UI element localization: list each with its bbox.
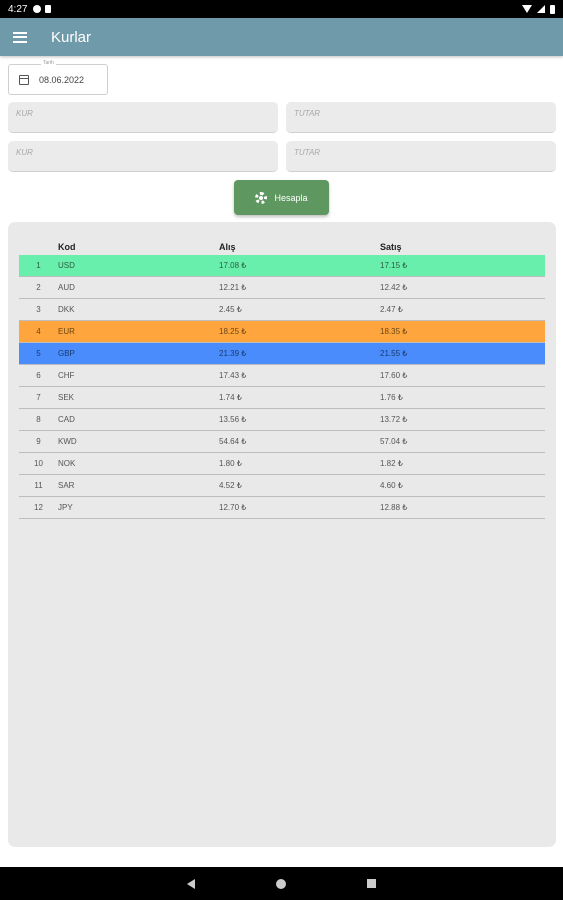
battery-icon bbox=[550, 4, 555, 14]
date-field-label: Tarih bbox=[41, 60, 56, 66]
row-sell: 1.82 ₺ bbox=[380, 459, 403, 468]
table-row[interactable]: 3 DKK 2.45 ₺ 2.47 ₺ bbox=[19, 299, 545, 321]
table-header: Kod Alış Satış bbox=[19, 238, 545, 255]
row-sell: 18.35 ₺ bbox=[380, 327, 408, 336]
row-no: 11 bbox=[34, 481, 43, 490]
table-row[interactable]: 12 JPY 12.70 ₺ 12.88 ₺ bbox=[19, 497, 545, 519]
row-buy: 12.70 ₺ bbox=[219, 503, 247, 512]
table-row[interactable]: 7 SEK 1.74 ₺ 1.76 ₺ bbox=[19, 387, 545, 409]
row-buy: 21.39 ₺ bbox=[219, 349, 247, 358]
row-no: 5 bbox=[36, 349, 41, 358]
rates-table: Kod Alış Satış 1 USD 17.08 ₺ 17.15 ₺ 2 AUD 12.… bbox=[19, 238, 545, 519]
row-code: SEK bbox=[58, 393, 75, 402]
row-code: CHF bbox=[58, 371, 75, 380]
wifi-icon bbox=[522, 5, 532, 13]
row-no: 4 bbox=[36, 327, 41, 336]
gear-icon bbox=[255, 191, 268, 204]
row-no: 12 bbox=[34, 503, 43, 512]
row-code: CAD bbox=[58, 415, 75, 424]
calendar-icon bbox=[19, 74, 29, 85]
row-buy: 17.08 ₺ bbox=[219, 261, 247, 270]
row-buy: 1.74 ₺ bbox=[219, 393, 242, 402]
row-buy: 4.52 ₺ bbox=[219, 481, 242, 490]
row-sell: 4.60 ₺ bbox=[380, 481, 403, 490]
row-sell: 12.42 ₺ bbox=[380, 283, 408, 292]
row-no: 7 bbox=[36, 393, 41, 402]
row-sell: 12.88 ₺ bbox=[380, 503, 408, 512]
row-buy: 18.25 ₺ bbox=[219, 327, 247, 336]
row-code: NOK bbox=[58, 459, 76, 468]
row-code: SAR bbox=[58, 481, 75, 490]
row-sell: 1.76 ₺ bbox=[380, 393, 403, 402]
row-buy: 2.45 ₺ bbox=[219, 305, 242, 314]
table-row[interactable]: 8 CAD 13.56 ₺ 13.72 ₺ bbox=[19, 409, 545, 431]
row-sell: 21.55 ₺ bbox=[380, 349, 408, 358]
row-sell: 2.47 ₺ bbox=[380, 305, 403, 314]
app-notification-icon bbox=[33, 5, 42, 13]
tutar-input-2[interactable]: TUTAR bbox=[286, 141, 556, 172]
kur-input-2[interactable]: KUR bbox=[8, 141, 278, 172]
row-no: 9 bbox=[36, 437, 41, 446]
table-row[interactable]: 6 CHF 17.43 ₺ 17.60 ₺ bbox=[19, 365, 545, 387]
row-buy: 13.56 ₺ bbox=[219, 415, 247, 424]
row-code: GBP bbox=[58, 349, 75, 358]
status-time: 4:27 bbox=[8, 3, 28, 15]
back-triangle-icon[interactable] bbox=[187, 878, 195, 889]
table-row[interactable]: 4 EUR 18.25 ₺ 18.35 ₺ bbox=[19, 321, 545, 343]
menu-icon[interactable] bbox=[13, 31, 27, 43]
row-buy: 17.43 ₺ bbox=[219, 371, 247, 380]
tutar-input-1[interactable]: TUTAR bbox=[286, 102, 556, 133]
kur-input-1[interactable]: KUR bbox=[8, 102, 278, 133]
row-code: EUR bbox=[58, 327, 75, 336]
row-sell: 13.72 ₺ bbox=[380, 415, 408, 424]
recent-square-icon[interactable] bbox=[367, 879, 376, 888]
row-no: 6 bbox=[36, 371, 41, 380]
app-bar: Kurlar bbox=[0, 18, 563, 56]
row-code: AUD bbox=[58, 283, 75, 292]
row-code: USD bbox=[58, 261, 75, 270]
calculate-button[interactable]: Hesapla bbox=[234, 180, 329, 215]
page-title: Kurlar bbox=[51, 28, 92, 46]
status-bar: 4:27 bbox=[0, 0, 563, 18]
row-no: 10 bbox=[34, 459, 43, 468]
row-buy: 54.64 ₺ bbox=[219, 437, 247, 446]
header-buy: Alış bbox=[219, 241, 236, 252]
rates-card: Kod Alış Satış 1 USD 17.08 ₺ 17.15 ₺ 2 AUD 12.… bbox=[8, 222, 556, 847]
system-nav-bar bbox=[0, 867, 563, 900]
home-circle-icon[interactable] bbox=[276, 878, 286, 889]
calculate-button-label: Hesapla bbox=[274, 192, 308, 203]
row-code: JPY bbox=[58, 503, 73, 512]
table-row[interactable]: 11 SAR 4.52 ₺ 4.60 ₺ bbox=[19, 475, 545, 497]
status-icons bbox=[522, 4, 555, 14]
row-sell: 57.04 ₺ bbox=[380, 437, 408, 446]
signal-icon bbox=[537, 5, 545, 13]
row-sell: 17.15 ₺ bbox=[380, 261, 408, 270]
table-row[interactable]: 2 AUD 12.21 ₺ 12.42 ₺ bbox=[19, 277, 545, 299]
date-picker-field[interactable]: Tarih 08.06.2022 bbox=[8, 60, 108, 95]
row-no: 1 bbox=[36, 261, 41, 270]
table-row[interactable]: 9 KWD 54.64 ₺ 57.04 ₺ bbox=[19, 431, 545, 453]
table-row[interactable]: 10 NOK 1.80 ₺ 1.82 ₺ bbox=[19, 453, 545, 475]
header-code: Kod bbox=[58, 241, 76, 252]
row-code: KWD bbox=[58, 437, 77, 446]
date-value: 08.06.2022 bbox=[39, 74, 85, 85]
row-sell: 17.60 ₺ bbox=[380, 371, 408, 380]
row-no: 2 bbox=[36, 283, 41, 292]
storage-notification-icon bbox=[45, 5, 52, 13]
row-buy: 1.80 ₺ bbox=[219, 459, 242, 468]
row-code: DKK bbox=[58, 305, 75, 314]
table-row[interactable]: 5 GBP 21.39 ₺ 21.55 ₺ bbox=[19, 343, 545, 365]
table-row[interactable]: 1 USD 17.08 ₺ 17.15 ₺ bbox=[19, 255, 545, 277]
header-sell: Satış bbox=[380, 241, 402, 252]
row-no: 8 bbox=[36, 415, 41, 424]
row-no: 3 bbox=[36, 305, 41, 314]
row-buy: 12.21 ₺ bbox=[219, 283, 247, 292]
